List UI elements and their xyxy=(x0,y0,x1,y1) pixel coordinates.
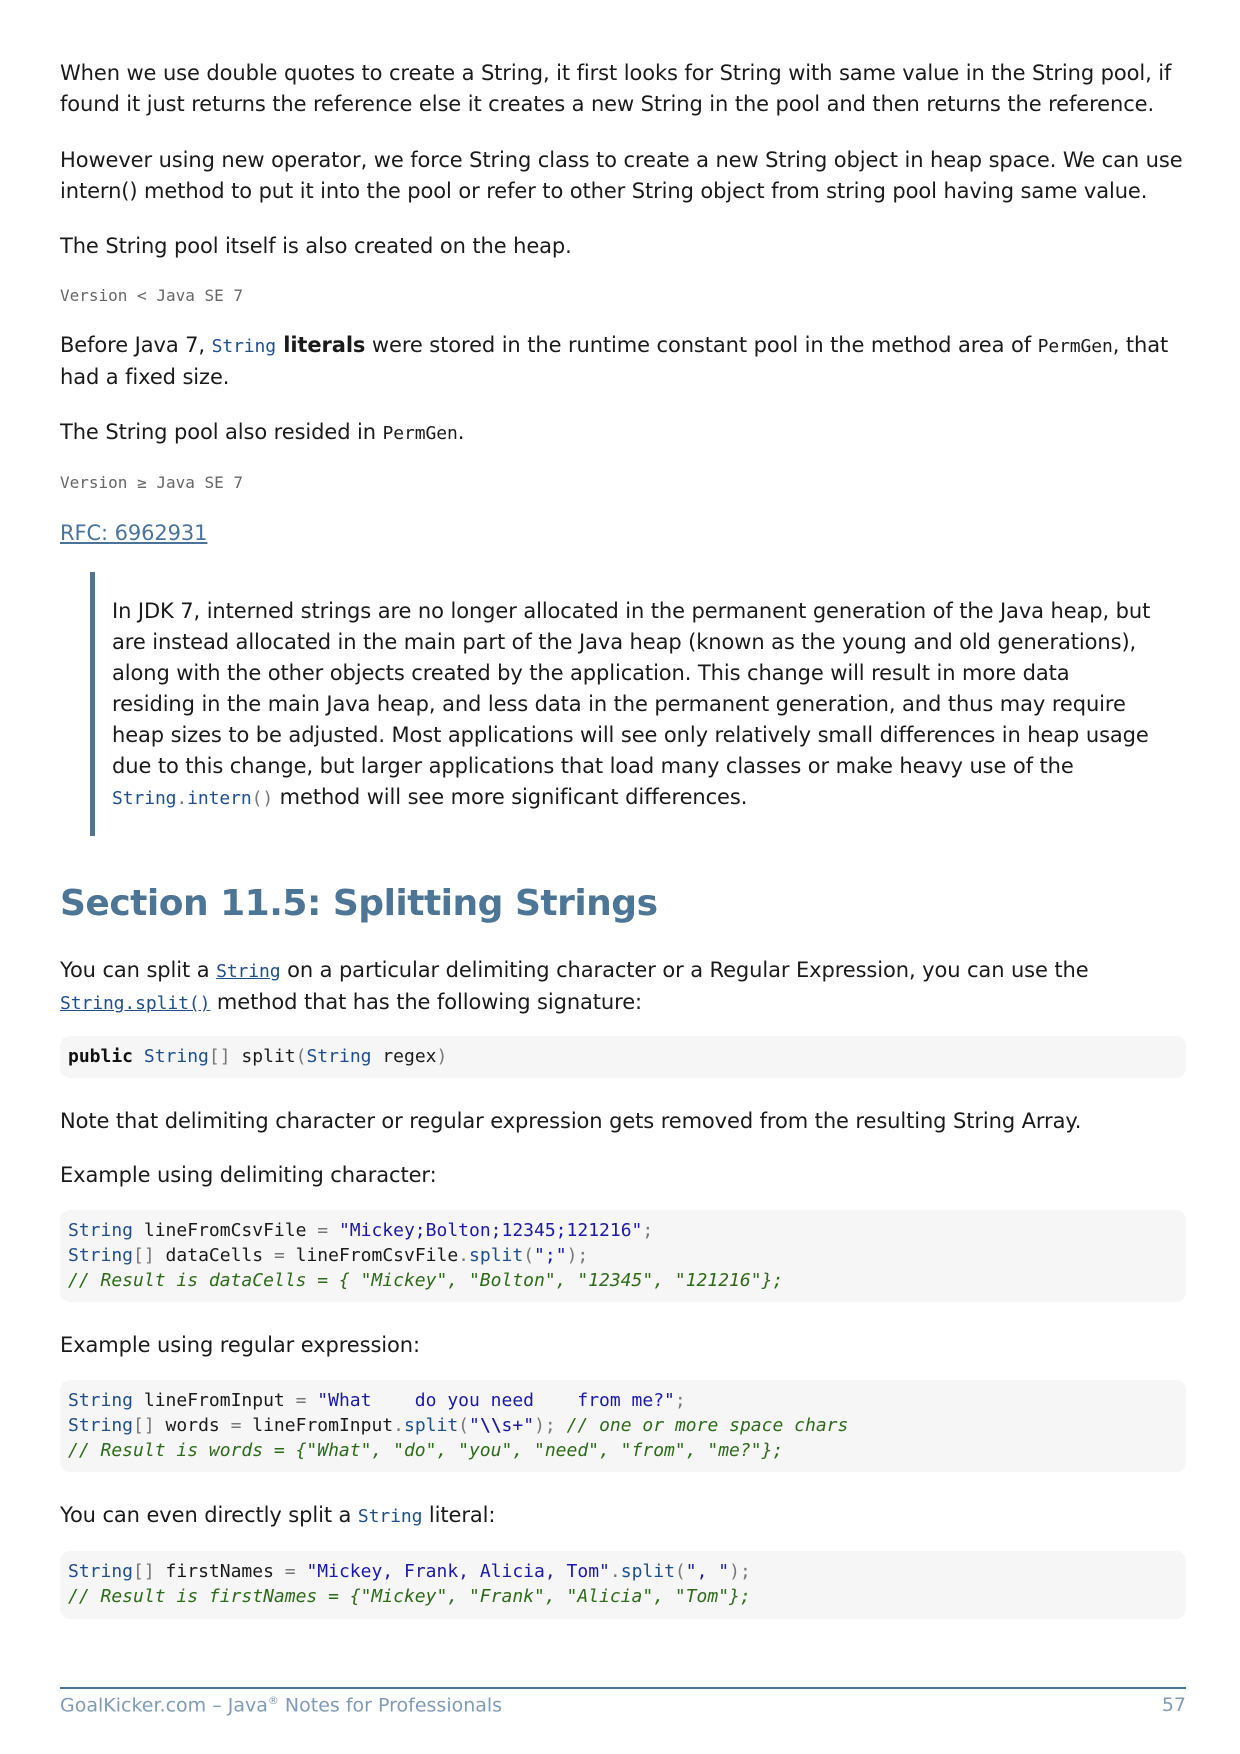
code-line: String[] firstNames = "Mickey, Frank, Al… xyxy=(68,1561,751,1582)
code-line: String lineFromCsvFile = "Mickey;Bolton;… xyxy=(68,1220,654,1241)
section-heading: Section 11.5: Splitting Strings xyxy=(60,883,658,924)
paragraph-note: Note that delimiting character or regula… xyxy=(60,1109,1082,1133)
string-split-link[interactable]: String.split() xyxy=(60,993,210,1014)
version-label-before-se7: Version < Java SE 7 xyxy=(60,286,244,305)
code-block-example3: String[] firstNames = "Mickey, Frank, Al… xyxy=(60,1551,1186,1619)
code-comment: // Result is dataCells = { "Mickey", "Bo… xyxy=(68,1270,784,1291)
code-block-example1: String lineFromCsvFile = "Mickey;Bolton;… xyxy=(60,1210,1186,1302)
example2-label: Example using regular expression: xyxy=(60,1333,420,1357)
inline-code-string: String xyxy=(211,336,277,357)
paragraph-split-literal: You can even directly split a String lit… xyxy=(60,1503,496,1527)
code-line: String lineFromInput = "What do you need… xyxy=(68,1390,686,1411)
inline-code-string: String xyxy=(357,1506,423,1527)
paragraph-pool-on-heap: The String pool itself is also created o… xyxy=(60,234,572,258)
rfc-paragraph: RFC: 6962931 xyxy=(60,518,1186,549)
footer-source: GoalKicker.com – Java® Notes for Profess… xyxy=(60,1694,503,1717)
paragraph-permgen: The String pool also resided in PermGen. xyxy=(60,420,465,444)
inline-code-permgen: PermGen xyxy=(1037,336,1113,357)
paragraph-split-intro: You can split a String on a particular d… xyxy=(60,958,1089,1014)
version-label-se7-or-later: Version ≥ Java SE 7 xyxy=(60,473,244,492)
code-comment: // Result is words = {"What", "do", "you… xyxy=(68,1440,784,1461)
page-number: 57 xyxy=(1161,1694,1186,1716)
code-block-example2: String lineFromInput = "What do you need… xyxy=(60,1380,1186,1472)
inline-code-permgen: PermGen xyxy=(382,423,458,444)
code-line: String[] dataCells = lineFromCsvFile.spl… xyxy=(68,1245,589,1266)
blockquote-jdk7: In JDK 7, interned strings are no longer… xyxy=(90,572,1177,836)
paragraph-before-java7: Before Java 7, String literals were stor… xyxy=(60,333,1169,389)
code-comment: // Result is firstNames = {"Mickey", "Fr… xyxy=(68,1586,751,1607)
code-line: String[] words = lineFromInput.split("\\… xyxy=(68,1415,849,1436)
code-block-signature: public String[] split(String regex) xyxy=(60,1036,1186,1078)
blockquote-text: In JDK 7, interned strings are no longer… xyxy=(112,599,1151,809)
rfc-link[interactable]: RFC: 6962931 xyxy=(60,521,208,545)
footer-divider xyxy=(60,1687,1186,1689)
paragraph-new-operator: However using new operator, we force Str… xyxy=(60,148,1183,203)
example1-label: Example using delimiting character: xyxy=(60,1163,437,1187)
string-link[interactable]: String xyxy=(216,961,281,982)
paragraph-string-pool-lookup: When we use double quotes to create a St… xyxy=(60,61,1172,116)
